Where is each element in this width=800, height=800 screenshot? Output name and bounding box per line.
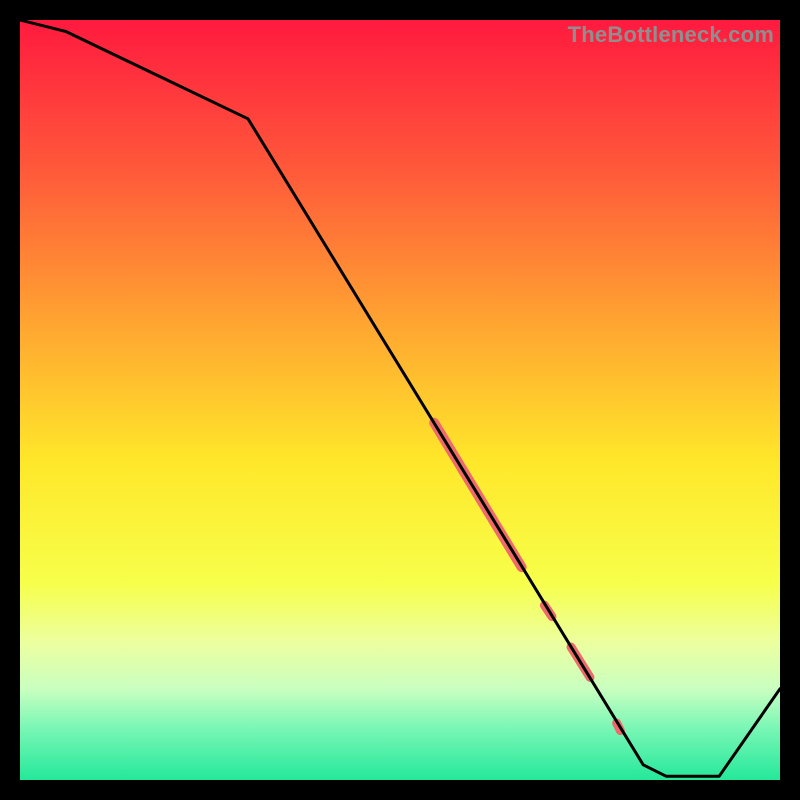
watermark-text: TheBottleneck.com xyxy=(568,22,774,48)
gradient-background xyxy=(20,20,780,780)
bottleneck-chart xyxy=(20,20,780,780)
chart-frame: TheBottleneck.com xyxy=(20,20,780,780)
